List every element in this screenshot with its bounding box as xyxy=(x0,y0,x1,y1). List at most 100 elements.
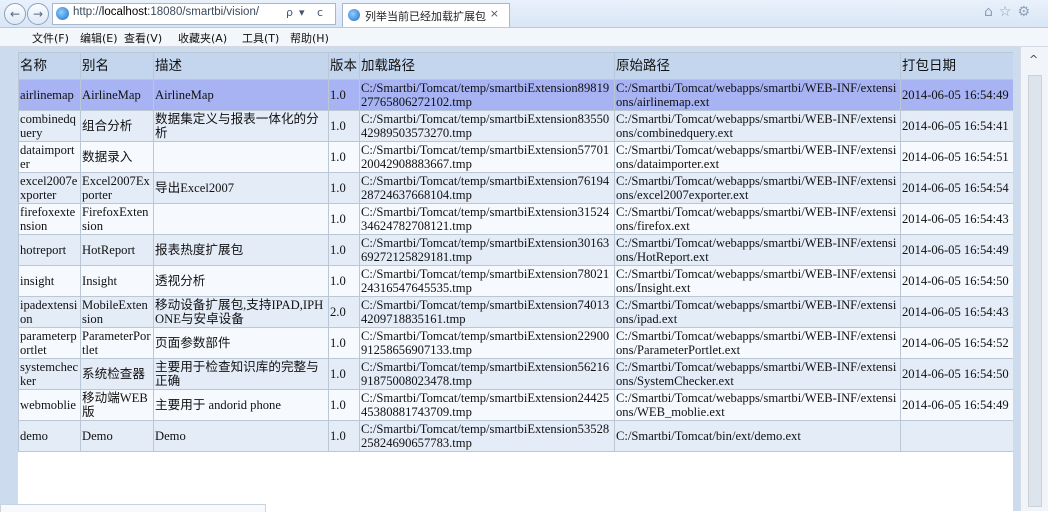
refresh-icon[interactable]: c xyxy=(317,6,323,19)
cell-load-path: C:/Smartbi/Tomcat/temp/smartbiExtension8… xyxy=(359,79,615,111)
tab-title: 列举当前已经加载扩展包 xyxy=(365,10,486,23)
cell-original-path: C:/Smartbi/Tomcat/webapps/smartbi/WEB-IN… xyxy=(614,203,901,235)
cell-version: 1.0 xyxy=(328,110,360,142)
menu-file[interactable]: 文件(F) xyxy=(32,30,69,46)
tab-current[interactable]: 列举当前已经加载扩展包 × xyxy=(342,3,510,27)
forward-arrow-icon[interactable]: → xyxy=(27,3,49,25)
cell-version: 1.0 xyxy=(328,265,360,297)
cell-load-path: C:/Smartbi/Tomcat/temp/smartbiExtension3… xyxy=(359,234,615,266)
cell-original-path: C:/Smartbi/Tomcat/webapps/smartbi/WEB-IN… xyxy=(614,327,901,359)
cell-load-path: C:/Smartbi/Tomcat/temp/smartbiExtension2… xyxy=(359,389,615,421)
cell-name: parameterportlet xyxy=(18,327,81,359)
cell-description xyxy=(153,203,329,235)
search-icon[interactable]: ρ xyxy=(286,6,293,19)
column-header-package-date[interactable]: 打包日期 xyxy=(900,52,1013,80)
table-row[interactable]: hotreport HotReport 报表热度扩展包 1.0 C:/Smartbi/T… xyxy=(18,234,1013,266)
scroll-up-arrow-icon[interactable]: ^ xyxy=(1029,53,1038,66)
cell-description: Demo xyxy=(153,420,329,452)
close-tab-icon[interactable]: × xyxy=(490,7,499,20)
cell-alias: 组合分析 xyxy=(80,110,154,142)
cell-original-path: C:/Smartbi/Tomcat/webapps/smartbi/WEB-IN… xyxy=(614,389,901,421)
menu-favorites[interactable]: 收藏夹(A) xyxy=(178,30,227,46)
table-row[interactable]: combinedquery 组合分析 数据集定义与报表一体化的分析 1.0 C:/Sma… xyxy=(18,110,1013,142)
cell-original-path: C:/Smartbi/Tomcat/webapps/smartbi/WEB-IN… xyxy=(614,79,901,111)
home-icon[interactable]: ⌂ xyxy=(984,4,999,20)
table-row[interactable]: webmoblie 移动端WEB版 主要用于 andorid phone 1.0 C:/… xyxy=(18,389,1013,421)
cell-package-date: 2014-06-05 16:54:49 xyxy=(900,234,1013,266)
cell-version: 1.0 xyxy=(328,203,360,235)
cell-version: 1.0 xyxy=(328,358,360,390)
column-header-original-path[interactable]: 原始路径 xyxy=(614,52,901,80)
cell-package-date: 2014-06-05 16:54:41 xyxy=(900,110,1013,142)
cell-original-path: C:/Smartbi/Tomcat/webapps/smartbi/WEB-IN… xyxy=(614,296,901,328)
cell-package-date: 2014-06-05 16:54:54 xyxy=(900,172,1013,204)
table-row[interactable]: demo Demo Demo 1.0 C:/Smartbi/Tomcat/temp/sm… xyxy=(18,420,1013,452)
cell-name: hotreport xyxy=(18,234,81,266)
cell-name: combinedquery xyxy=(18,110,81,142)
cell-original-path: C:/Smartbi/Tomcat/webapps/smartbi/WEB-IN… xyxy=(614,234,901,266)
cell-alias: ParameterPortlet xyxy=(80,327,154,359)
menu-bar: 文件(F) 编辑(E) 查看(V) 收藏夹(A) 工具(T) 帮助(H) xyxy=(0,28,1048,47)
scroll-thumb[interactable] xyxy=(1028,75,1042,507)
menu-help[interactable]: 帮助(H) xyxy=(290,30,329,46)
table-row[interactable]: excel2007exporter Excel2007Exporter 导出Exce… xyxy=(18,172,1013,204)
cell-description: 导出Excel2007 xyxy=(153,172,329,204)
menu-tools[interactable]: 工具(T) xyxy=(242,30,279,46)
browser-title-bar: ← → http://localhost:18080/smartbi/visio… xyxy=(0,0,1048,28)
table-row[interactable]: firefoxextension FirefoxExtension 1.0 C:/Sm… xyxy=(18,203,1013,235)
cell-name: airlinemap xyxy=(18,79,81,111)
cell-original-path: C:/Smartbi/Tomcat/webapps/smartbi/WEB-IN… xyxy=(614,141,901,173)
menu-edit[interactable]: 编辑(E) xyxy=(80,30,118,46)
table-row[interactable]: airlinemap AirlineMap AirlineMap 1.0 C:/Smar… xyxy=(18,79,1013,111)
table-header-row: 名称 别名 描述 版本 加载路径 原始路径 打包日期 xyxy=(18,52,1013,80)
cell-name: firefoxextension xyxy=(18,203,81,235)
star-icon[interactable]: ☆ xyxy=(999,4,1018,20)
cell-alias: 系统检查器 xyxy=(80,358,154,390)
table-body: airlinemap AirlineMap AirlineMap 1.0 C:/Smar… xyxy=(18,79,1013,452)
cell-alias: Excel2007Exporter xyxy=(80,172,154,204)
ie-page-icon xyxy=(56,7,69,20)
cell-alias: Demo xyxy=(80,420,154,452)
cell-version: 1.0 xyxy=(328,389,360,421)
cell-load-path: C:/Smartbi/Tomcat/temp/smartbiExtension7… xyxy=(359,172,615,204)
cell-version: 1.0 xyxy=(328,172,360,204)
cell-name: webmoblie xyxy=(18,389,81,421)
cell-version: 1.0 xyxy=(328,141,360,173)
column-header-description[interactable]: 描述 xyxy=(153,52,329,80)
back-arrow-icon[interactable]: ← xyxy=(4,3,26,25)
page-content: 名称 别名 描述 版本 加载路径 原始路径 打包日期 airlinemap Air… xyxy=(0,47,1048,511)
extensions-table: 名称 别名 描述 版本 加载路径 原始路径 打包日期 airlinemap Air… xyxy=(18,52,1013,452)
cell-load-path: C:/Smartbi/Tomcat/temp/smartbiExtension7… xyxy=(359,265,615,297)
gear-icon[interactable]: ⚙ xyxy=(1017,4,1036,20)
cell-version: 1.0 xyxy=(328,79,360,111)
cell-name: ipadextension xyxy=(18,296,81,328)
table-row[interactable]: systemchecker 系统检查器 主要用于检查知识库的完整与正确 1.0 C:/S… xyxy=(18,358,1013,390)
table-row[interactable]: ipadextension MobileExtension 移动设备扩展包,支持IP… xyxy=(18,296,1013,328)
cell-description: 主要用于检查知识库的完整与正确 xyxy=(153,358,329,390)
cell-load-path: C:/Smartbi/Tomcat/temp/smartbiExtension5… xyxy=(359,420,615,452)
table-row[interactable]: insight Insight 透视分析 1.0 C:/Smartbi/Tomcat/t… xyxy=(18,265,1013,297)
table-row[interactable]: parameterportlet ParameterPortlet 页面参数部件 1.… xyxy=(18,327,1013,359)
column-header-version[interactable]: 版本 xyxy=(328,52,360,80)
cell-alias: 移动端WEB版 xyxy=(80,389,154,421)
address-bar[interactable]: http://localhost:18080/smartbi/vision/ ρ… xyxy=(52,3,336,25)
cell-alias: 数据录入 xyxy=(80,141,154,173)
cell-alias: HotReport xyxy=(80,234,154,266)
cell-version: 2.0 xyxy=(328,296,360,328)
cell-load-path: C:/Smartbi/Tomcat/temp/smartbiExtension7… xyxy=(359,296,615,328)
cell-load-path: C:/Smartbi/Tomcat/temp/smartbiExtension3… xyxy=(359,203,615,235)
column-header-alias[interactable]: 别名 xyxy=(80,52,154,80)
table-row[interactable]: dataimporter 数据录入 1.0 C:/Smartbi/Tomcat/tem… xyxy=(18,141,1013,173)
cell-description: 页面参数部件 xyxy=(153,327,329,359)
dropdown-icon[interactable]: ▾ xyxy=(299,6,305,19)
cell-description: 移动设备扩展包,支持IPAD,IPHONE与安卓设备 xyxy=(153,296,329,328)
vertical-scrollbar[interactable]: ^ xyxy=(1020,47,1048,511)
column-header-name[interactable]: 名称 xyxy=(18,52,81,80)
cell-description xyxy=(153,141,329,173)
menu-view[interactable]: 查看(V) xyxy=(124,30,162,46)
cell-name: dataimporter xyxy=(18,141,81,173)
cell-package-date: 2014-06-05 16:54:50 xyxy=(900,358,1013,390)
column-header-load-path[interactable]: 加载路径 xyxy=(359,52,615,80)
address-url[interactable]: http://localhost:18080/smartbi/vision/ xyxy=(73,6,259,18)
cell-original-path: C:/Smartbi/Tomcat/webapps/smartbi/WEB-IN… xyxy=(614,172,901,204)
